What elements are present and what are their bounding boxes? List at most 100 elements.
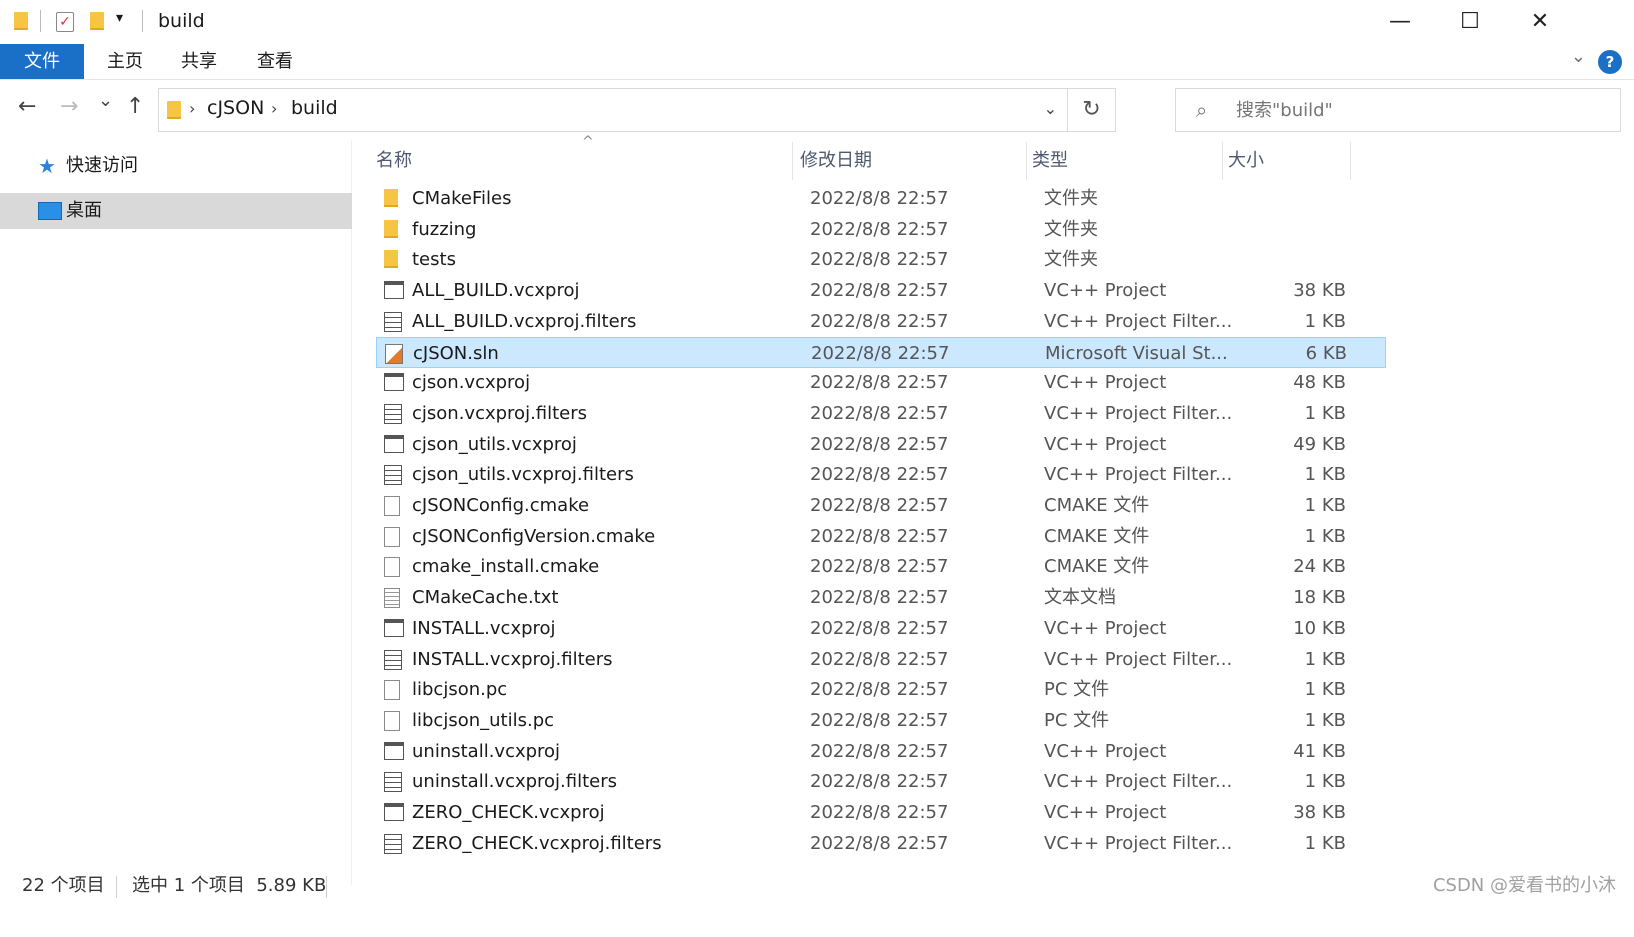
file-type: VC++ Project Filter... (1044, 310, 1233, 332)
status-bar: 22 个项目 选中 1 个项目 5.89 KB CSDN @爱看书的小沐 (0, 866, 1634, 906)
folder-icon (167, 101, 181, 119)
file-date: 2022/8/8 22:57 (810, 218, 949, 240)
sidebar-item-quick-access[interactable]: ★ 快速访问 (0, 148, 352, 184)
column-divider[interactable] (1026, 142, 1027, 180)
sidebar-item-desktop[interactable]: 桌面 (0, 193, 352, 229)
file-name: tests (412, 249, 456, 271)
file-icon (384, 680, 400, 701)
search-box[interactable]: ⌕ (1175, 88, 1621, 132)
address-bar[interactable]: › cJSON › build ⌄ ↻ (158, 88, 1116, 132)
search-icon: ⌕ (1196, 98, 1208, 122)
file-name: cJSONConfig.cmake (412, 495, 590, 516)
file-type: VC++ Project (1044, 617, 1167, 639)
file-row[interactable]: cjson_utils.vcxproj.filters 2022/8/8 22:5… (376, 459, 1386, 490)
recent-locations-button[interactable]: ⌄ (98, 90, 113, 111)
file-date: 2022/8/8 22:57 (810, 310, 949, 332)
expand-ribbon-icon[interactable]: ⌄ (1571, 46, 1586, 67)
file-row[interactable]: libcjson_utils.pc 2022/8/8 22:57 PC 文件 1 KB (376, 705, 1386, 736)
chevron-down-icon[interactable]: ⌄ (1044, 99, 1057, 118)
file-type: 文件夹 (1044, 249, 1098, 271)
maximize-button[interactable]: ☐ (1435, 0, 1505, 44)
folder-icon (384, 189, 398, 207)
search-input[interactable] (1234, 96, 1604, 124)
file-type: VC++ Project Filter... (1044, 402, 1233, 424)
divider (326, 876, 327, 898)
back-button[interactable]: ← (18, 94, 36, 119)
tab-view[interactable]: 查看 (240, 44, 310, 79)
up-button[interactable]: ↑ (126, 94, 144, 119)
file-row[interactable]: INSTALL.vcxproj.filters 2022/8/8 22:57 VC+… (376, 644, 1386, 675)
column-header-size[interactable]: 大小 (1228, 140, 1338, 182)
column-divider[interactable] (1350, 142, 1351, 180)
refresh-button[interactable]: ↻ (1067, 89, 1115, 131)
tab-share[interactable]: 共享 (164, 44, 234, 79)
file-size: 1 KB (1304, 310, 1346, 332)
tab-home[interactable]: 主页 (90, 44, 160, 79)
column-header-name[interactable]: 名称 (376, 140, 796, 182)
file-name: CMakeCache.txt (412, 587, 559, 609)
file-date: 2022/8/8 22:57 (810, 617, 949, 639)
file-row[interactable]: INSTALL.vcxproj 2022/8/8 22:57 VC++ Projec… (376, 613, 1386, 644)
file-date: 2022/8/8 22:57 (810, 648, 949, 670)
file-name: CMakeFiles (412, 188, 512, 209)
file-icon (384, 496, 400, 516)
filters-icon (384, 649, 402, 670)
file-row[interactable]: ALL_BUILD.vcxproj 2022/8/8 22:57 VC++ Proj… (376, 275, 1386, 306)
new-folder-icon[interactable] (90, 12, 104, 30)
file-date: 2022/8/8 22:57 (810, 556, 949, 578)
file-size: 6 KB (1305, 342, 1347, 364)
file-date: 2022/8/8 22:57 (810, 280, 949, 302)
file-row[interactable]: libcjson.pc 2022/8/8 22:57 PC 文件 1 KB (376, 674, 1386, 705)
file-row[interactable]: tests 2022/8/8 22:57 文件夹 (376, 244, 1386, 275)
file-row[interactable]: cjson_utils.vcxproj 2022/8/8 22:57 VC++ Pr… (376, 429, 1386, 460)
file-type: VC++ Project (1044, 433, 1167, 455)
filters-icon (384, 403, 402, 424)
file-row[interactable]: ZERO_CHECK.vcxproj 2022/8/8 22:57 VC++ Pro… (376, 797, 1386, 828)
star-icon: ★ (38, 154, 56, 178)
column-divider[interactable] (792, 142, 793, 180)
file-row[interactable]: cJSONConfig.cmake 2022/8/8 22:57 CMAKE 文件 1… (376, 490, 1386, 521)
help-icon[interactable]: ? (1598, 50, 1622, 74)
file-row[interactable]: ZERO_CHECK.vcxproj.filters 2022/8/8 22:57… (376, 828, 1386, 859)
file-size: 1 KB (1304, 771, 1346, 793)
file-date: 2022/8/8 22:57 (810, 832, 949, 854)
file-row[interactable]: uninstall.vcxproj.filters 2022/8/8 22:57 V… (376, 766, 1386, 797)
chevron-right-icon[interactable]: › (271, 99, 277, 118)
close-button[interactable]: ✕ (1505, 0, 1575, 44)
file-row[interactable]: cJSONConfigVersion.cmake 2022/8/8 22:57 CM… (376, 521, 1386, 552)
tab-file[interactable]: 文件 (0, 44, 84, 79)
file-size: 1 KB (1304, 679, 1346, 701)
file-row[interactable]: CMakeFiles 2022/8/8 22:57 文件夹 (376, 183, 1386, 214)
file-row[interactable]: cjson.vcxproj.filters 2022/8/8 22:57 VC++ … (376, 398, 1386, 429)
column-header-type[interactable]: 类型 (1032, 140, 1212, 182)
minimize-button[interactable]: — (1365, 0, 1435, 44)
column-header-date[interactable]: 修改日期 (800, 140, 1020, 182)
breadcrumb-build[interactable]: build (291, 97, 338, 119)
file-name: cJSON.sln (413, 342, 499, 364)
file-type: VC++ Project (1044, 280, 1167, 302)
file-row[interactable]: cjson.vcxproj 2022/8/8 22:57 VC++ Project 4… (376, 367, 1386, 398)
file-size: 1 KB (1304, 832, 1346, 854)
properties-icon[interactable]: ✓ (56, 12, 74, 32)
vcxproj-icon (384, 434, 404, 453)
vcxproj-icon (384, 741, 404, 760)
file-type: 文本文档 (1044, 587, 1116, 609)
chevron-right-icon[interactable]: › (189, 99, 195, 118)
file-row[interactable]: cJSON.sln 2022/8/8 22:57 Microsoft Visual … (376, 336, 1386, 368)
file-row[interactable]: fuzzing 2022/8/8 22:57 文件夹 (376, 214, 1386, 245)
forward-button[interactable]: → (60, 94, 78, 119)
file-row[interactable]: CMakeCache.txt 2022/8/8 22:57 文本文档 18 KB (376, 582, 1386, 613)
folder-icon (384, 250, 398, 269)
window-title: build (158, 10, 205, 32)
file-size: 1 KB (1304, 402, 1346, 424)
file-name: uninstall.vcxproj (412, 740, 561, 762)
file-icon (384, 526, 400, 547)
breadcrumb-cjson[interactable]: cJSON (207, 97, 264, 119)
customize-toolbar-icon[interactable]: ▾ (116, 10, 123, 26)
column-divider[interactable] (1222, 142, 1223, 180)
file-row[interactable]: ALL_BUILD.vcxproj.filters 2022/8/8 22:57 V… (376, 306, 1386, 337)
file-row[interactable]: cmake_install.cmake 2022/8/8 22:57 CMAKE 文… (376, 551, 1386, 582)
file-row[interactable]: uninstall.vcxproj 2022/8/8 22:57 VC++ Proj… (376, 736, 1386, 767)
ribbon: 文件 主页 共享 查看 ⌄ ? (0, 44, 1634, 80)
text-file-icon (384, 588, 400, 609)
